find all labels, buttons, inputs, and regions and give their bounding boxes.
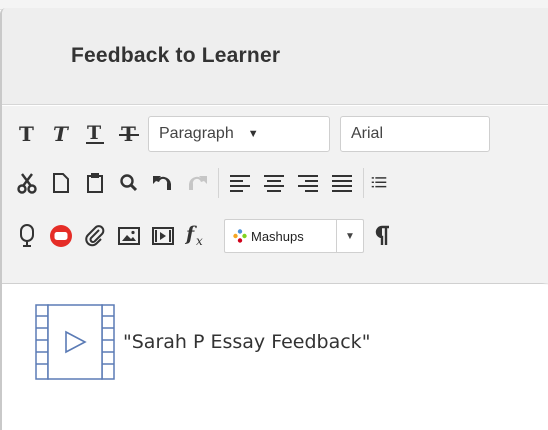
video-file-icon[interactable] [35,304,115,380]
strikethrough-icon: T [119,124,139,144]
strikethrough-button[interactable]: T [114,116,144,152]
screen: Feedback to Learner T T T Paragraph ▼ Ar… [0,0,548,430]
image-button[interactable] [114,218,144,254]
media-icon [152,227,174,245]
chevron-down-icon[interactable]: ▼ [337,231,363,242]
paste-icon [87,173,103,193]
toolbar-divider [218,168,219,198]
formula-button[interactable]: f x [182,218,212,254]
align-left-button[interactable] [225,165,255,201]
copy-button[interactable] [46,165,76,201]
attachment-button[interactable] [80,218,110,254]
youtube-button[interactable] [46,218,76,254]
record-audio-icon [20,224,34,247]
mashups-label: Mashups [251,228,304,244]
youtube-icon [50,225,72,247]
bold-button[interactable]: T [12,116,42,152]
list-button[interactable] [370,165,388,201]
align-left-icon [230,175,250,192]
svg-text:T: T [53,124,70,144]
align-center-icon [264,175,284,192]
image-icon [118,227,140,245]
editor-toolbar: T T T T [2,106,548,382]
toolbar-row-1: T T T T [12,114,490,154]
dialog-header: Feedback to Learner [2,8,548,105]
font-family-select[interactable]: Arial [340,116,490,152]
formula-icon: f x [184,224,203,248]
undo-button[interactable] [148,165,178,201]
align-center-button[interactable] [259,165,289,201]
paste-button[interactable] [80,165,110,201]
editor-content-area[interactable]: "Sarah P Essay Feedback" [2,285,548,430]
mashups-button[interactable]: Mashups [225,220,337,252]
undo-icon [153,176,171,190]
align-right-button[interactable] [293,165,323,201]
format-select[interactable]: Paragraph ▼ [148,116,330,152]
find-icon [120,174,138,192]
chevron-down-icon: ▼ [247,128,259,140]
svg-text:x: x [196,234,203,248]
toolbar-row-2 [12,163,392,203]
svg-text:T: T [19,124,34,144]
mashups-icon [233,229,247,243]
find-button[interactable] [114,165,144,201]
format-select-value: Paragraph [159,125,234,142]
align-right-icon [298,175,318,192]
underline-button[interactable]: T [80,116,110,152]
italic-icon: T [53,124,70,144]
bold-icon: T [19,124,34,144]
font-family-value: Arial [351,125,384,142]
redo-button[interactable] [182,165,212,201]
feedback-dialog: Feedback to Learner T T T Paragraph ▼ Ar… [0,8,548,430]
paragraph-mark-icon [375,225,389,245]
list-icon [371,177,387,188]
mashups-menu[interactable]: Mashups ▼ [224,219,364,253]
record-audio-button[interactable] [12,218,42,254]
redo-icon [189,176,207,190]
justify-icon [332,175,352,192]
cut-icon [17,173,37,194]
italic-button[interactable]: T [46,116,76,152]
dialog-title: Feedback to Learner [71,44,281,67]
justify-button[interactable] [327,165,357,201]
copy-icon [53,173,69,193]
cut-button[interactable] [12,165,42,201]
underline-icon: T [86,123,104,144]
attachment-title[interactable]: "Sarah P Essay Feedback" [123,331,370,353]
paragraph-mark-button[interactable] [368,218,398,254]
media-button[interactable] [148,218,178,254]
toolbar-row-3: f x Mashups ▼ [12,216,402,256]
attachment-icon [85,225,105,247]
toolbar-divider [363,168,364,198]
svg-text:T: T [87,123,101,144]
